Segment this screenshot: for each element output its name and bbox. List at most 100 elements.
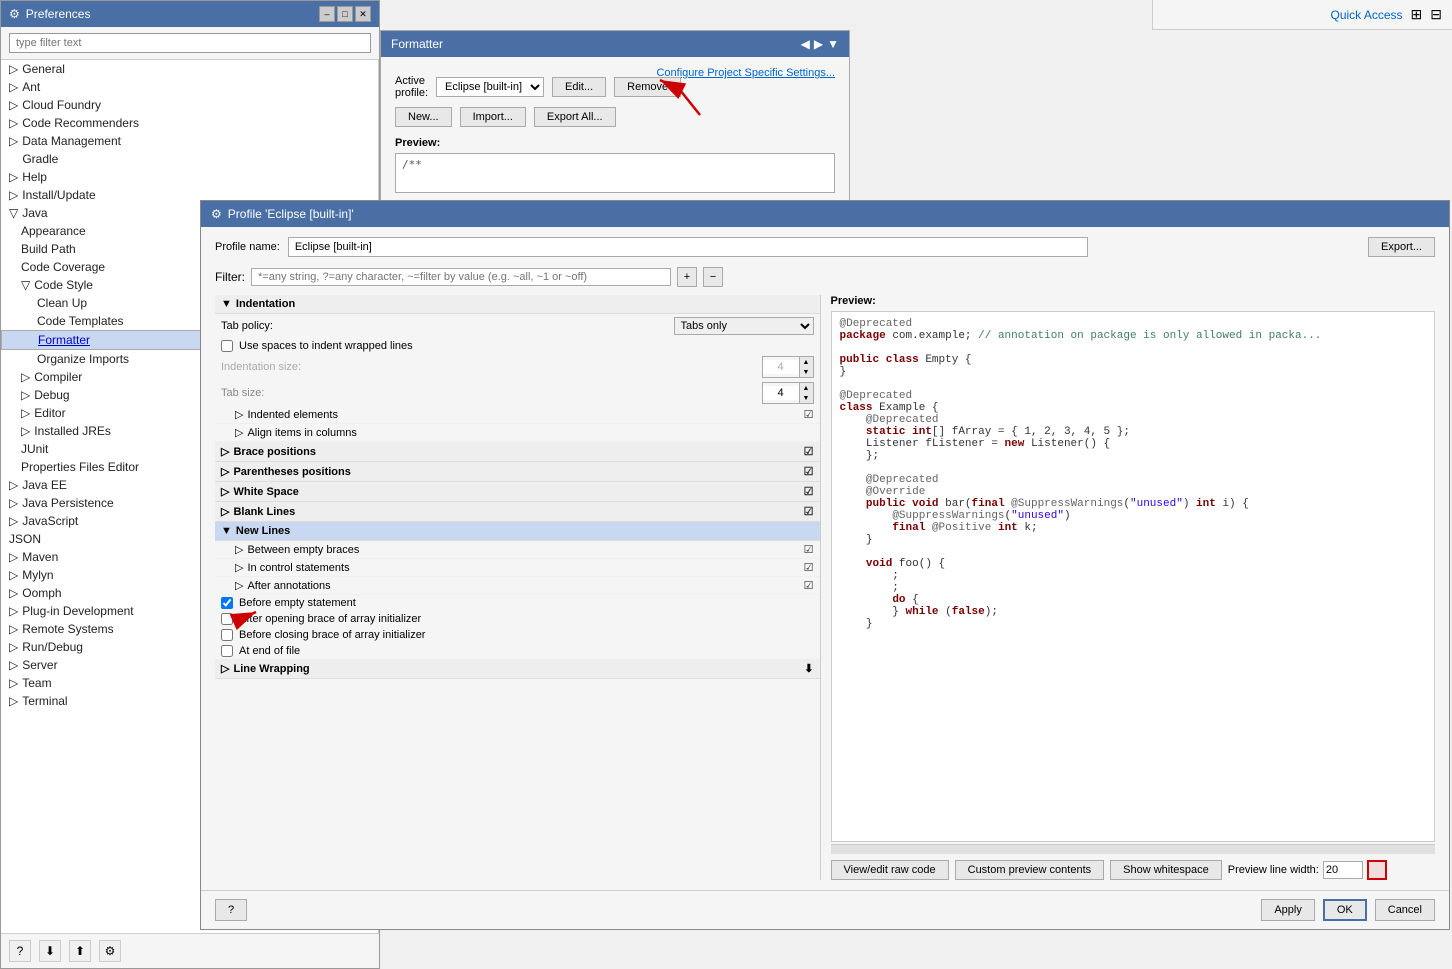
import-button[interactable]: ⬇ xyxy=(39,940,61,962)
export-profile-button[interactable]: Export... xyxy=(1368,237,1435,257)
tab-policy-select[interactable]: Tabs only Spaces only Mixed xyxy=(674,317,814,335)
help-dialog-button[interactable]: ? xyxy=(215,899,247,921)
nav-item-help[interactable]: ▷ Help xyxy=(1,168,378,186)
cancel-button[interactable]: Cancel xyxy=(1375,899,1435,921)
expand-icon: ▽ xyxy=(21,278,30,292)
nav-item-code-recommenders[interactable]: ▷ Code Recommenders xyxy=(1,114,378,132)
after-annotations-item[interactable]: ▷ After annotations ☑ xyxy=(215,577,820,595)
filter-collapse-button[interactable]: − xyxy=(703,267,723,287)
nav-back-button[interactable]: ◀ xyxy=(801,37,810,51)
tab-size-input[interactable] xyxy=(763,386,799,400)
tab-size-down[interactable]: ▼ xyxy=(799,393,813,403)
close-button[interactable]: ✕ xyxy=(355,6,371,22)
window-controls: – □ ✕ xyxy=(319,6,371,22)
new-lines-header[interactable]: ▼ New Lines xyxy=(215,522,820,541)
expand-icon: ▷ xyxy=(9,496,18,510)
indentation-size-input[interactable] xyxy=(763,360,799,374)
tab-size-up[interactable]: ▲ xyxy=(799,383,813,393)
before-closing-brace-checkbox[interactable] xyxy=(221,629,233,641)
expand-icon: ▷ xyxy=(221,485,229,498)
ok-button[interactable]: OK xyxy=(1323,899,1367,921)
expand-icon: ▷ xyxy=(9,658,18,672)
profile-select[interactable]: Eclipse [built-in] xyxy=(436,77,544,97)
expand-icon: ▷ xyxy=(21,406,30,420)
expand-icon: ▷ xyxy=(9,98,18,112)
formatter-menu-button[interactable]: ▼ xyxy=(827,37,839,51)
use-spaces-row: Use spaces to indent wrapped lines xyxy=(215,338,820,354)
expand-icon: ▷ xyxy=(235,579,243,592)
expand-icon: ▷ xyxy=(9,478,18,492)
expand-icon: ▷ xyxy=(221,445,229,458)
apply-button[interactable]: Apply xyxy=(1261,899,1315,921)
line-wrapping-scroll-icon: ⬇ xyxy=(804,662,813,675)
use-spaces-checkbox[interactable] xyxy=(221,340,233,352)
at-end-of-file-checkbox[interactable] xyxy=(221,645,233,657)
minimize-button[interactable]: – xyxy=(319,6,335,22)
help-button[interactable]: ? xyxy=(9,940,31,962)
tab-size-spinner[interactable]: ▲ ▼ xyxy=(762,382,814,404)
preview-scrollbar-h[interactable] xyxy=(831,844,1436,854)
preview-line-indicator xyxy=(1367,860,1387,880)
indentation-size-down[interactable]: ▼ xyxy=(799,367,813,377)
active-profile-row: Active profile: Eclipse [built-in] Edit.… xyxy=(395,75,656,99)
filter-expand-button[interactable]: + xyxy=(677,267,697,287)
white-space-header[interactable]: ▷ White Space ☑ xyxy=(215,482,820,502)
nav-forward-button[interactable]: ▶ xyxy=(814,37,823,51)
between-empty-braces-item[interactable]: ▷ Between empty braces ☑ xyxy=(215,541,820,559)
expand-icon: ▷ xyxy=(221,505,229,518)
line-wrapping-header[interactable]: ▷ Line Wrapping ⬇ xyxy=(215,659,820,679)
nav-item-ant[interactable]: ▷ Ant xyxy=(1,78,378,96)
configure-project-link[interactable]: Configure Project Specific Settings... xyxy=(656,67,835,79)
search-input[interactable] xyxy=(9,33,371,53)
indented-elements-item[interactable]: ▷ Indented elements ☑ xyxy=(215,406,820,424)
quick-access-bar: Quick Access ⊞ ⊟ xyxy=(1152,0,1452,30)
nav-item-general[interactable]: ▷ General xyxy=(1,60,378,78)
after-opening-brace-label: After opening brace of array initializer xyxy=(239,613,421,625)
parentheses-positions-header[interactable]: ▷ Parentheses positions ☑ xyxy=(215,462,820,482)
expand-icon: ▷ xyxy=(235,543,243,556)
expand-icon: ▷ xyxy=(9,62,18,76)
nav-item-gradle[interactable]: Gradle xyxy=(1,150,378,168)
maximize-button[interactable]: □ xyxy=(337,6,353,22)
align-items-columns-item[interactable]: ▷ Align items in columns xyxy=(215,424,820,442)
indentation-size-up[interactable]: ▲ xyxy=(799,357,813,367)
after-opening-brace-checkbox[interactable] xyxy=(221,613,233,625)
preview-line-width-input[interactable] xyxy=(1323,861,1363,879)
nav-item-cloud-foundry[interactable]: ▷ Cloud Foundry xyxy=(1,96,378,114)
formatter-preview-label: Preview: xyxy=(395,137,835,149)
expand-icon: ▷ xyxy=(9,514,18,528)
new-button[interactable]: New... xyxy=(395,107,452,127)
toolbar-icon2[interactable]: ⊟ xyxy=(1430,6,1442,23)
brace-positions-header[interactable]: ▷ Brace positions ☑ xyxy=(215,442,820,462)
blank-lines-header[interactable]: ▷ Blank Lines ☑ xyxy=(215,502,820,522)
in-control-statements-item[interactable]: ▷ In control statements ☑ xyxy=(215,559,820,577)
view-edit-raw-button[interactable]: View/edit raw code xyxy=(831,860,949,880)
filter-input[interactable] xyxy=(251,268,671,286)
indentation-size-spinner[interactable]: ▲ ▼ xyxy=(762,356,814,378)
active-profile-label: Active profile: xyxy=(395,75,428,99)
export-button[interactable]: ⬆ xyxy=(69,940,91,962)
expand-icon: ▷ xyxy=(221,662,229,675)
settings-button[interactable]: ⚙ xyxy=(99,940,121,962)
expand-icon: ▷ xyxy=(21,370,30,384)
dialog-content: ▼ Indentation Tab policy: Tabs only Spac… xyxy=(215,295,1435,880)
before-closing-brace-row: Before closing brace of array initialize… xyxy=(215,627,820,643)
before-closing-brace-label: Before closing brace of array initialize… xyxy=(239,629,425,641)
expand-icon: ▷ xyxy=(9,116,18,130)
quick-access-link[interactable]: Quick Access xyxy=(1331,8,1403,22)
import-profile-button[interactable]: Import... xyxy=(460,107,526,127)
export-all-button[interactable]: Export All... xyxy=(534,107,616,127)
show-whitespace-button[interactable]: Show whitespace xyxy=(1110,860,1222,880)
before-empty-statement-checkbox[interactable] xyxy=(221,597,233,609)
profile-name-input[interactable] xyxy=(288,237,1088,257)
remove-button[interactable]: Remove xyxy=(614,77,681,97)
toolbar-icon1[interactable]: ⊞ xyxy=(1411,6,1423,23)
preview-buttons-row: View/edit raw code Custom preview conten… xyxy=(831,860,1436,880)
gear-icon: ⚙ xyxy=(9,7,20,21)
tab-size-row: Tab size: ▲ ▼ xyxy=(215,380,820,406)
nav-item-data-management[interactable]: ▷ Data Management xyxy=(1,132,378,150)
edit-button[interactable]: Edit... xyxy=(552,77,606,97)
custom-preview-button[interactable]: Custom preview contents xyxy=(955,860,1105,880)
indentation-section-header[interactable]: ▼ Indentation xyxy=(215,295,820,314)
after-opening-brace-row: After opening brace of array initializer xyxy=(215,611,820,627)
